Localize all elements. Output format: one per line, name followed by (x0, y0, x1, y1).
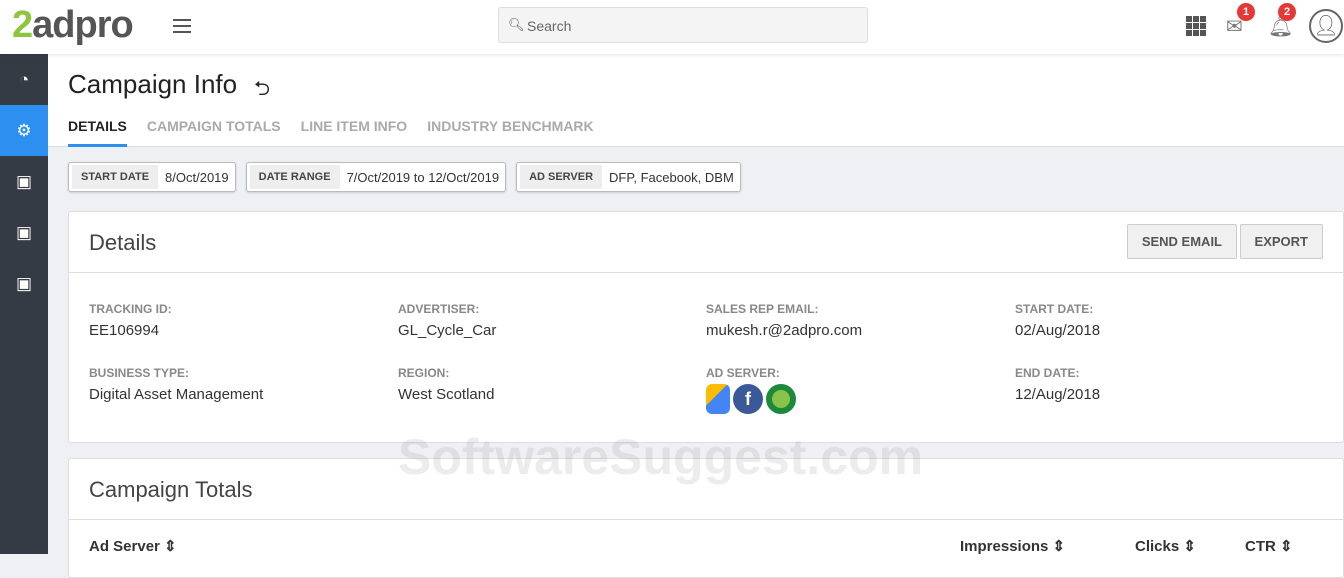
facebook-icon: f (733, 384, 763, 414)
export-button[interactable]: EXPORT (1239, 224, 1323, 259)
ad-server-chip[interactable]: AD SERVER DFP, Facebook, DBM (516, 162, 741, 192)
date-range-chip[interactable]: DATE RANGE 7/Oct/2019 to 12/Oct/2019 (245, 162, 507, 192)
apps-grid-icon[interactable] (1186, 16, 1206, 36)
image-icon[interactable]: ▣ (0, 258, 48, 309)
details-card: Details SEND EMAIL EXPORT TRACKING ID: EE… (68, 211, 1344, 443)
start-date-chip[interactable]: START DATE 8/Oct/2019 (68, 162, 236, 192)
tracking-id: TRACKING ID: EE106994 (89, 302, 172, 339)
col-ad-server[interactable]: Ad Server ⇕ (89, 537, 177, 555)
business-type: BUSINESS TYPE: Digital Asset Management (89, 366, 264, 403)
end-date: END DATE: 12/Aug/2018 (1015, 366, 1101, 403)
mail-badge: 1 (1237, 3, 1255, 21)
col-clicks[interactable]: Clicks ⇕ (1135, 537, 1196, 555)
region: REGION: West Scotland (398, 366, 495, 403)
dbm-icon (766, 384, 796, 414)
image-icon[interactable]: ▣ (0, 156, 48, 207)
col-ctr[interactable]: CTR ⇕ (1245, 537, 1293, 555)
sales-rep-email: SALES REP EMAIL: mukesh.r@2adpro.com (706, 302, 863, 339)
logo[interactable]: 2adpro (12, 4, 134, 47)
dashboard-chart-icon[interactable]: ◔ (0, 54, 48, 105)
search-icon: 🔍︎ (508, 17, 525, 32)
col-impressions[interactable]: Impressions ⇕ (960, 537, 1065, 555)
user-avatar-icon[interactable]: 👤︎ (1309, 9, 1343, 43)
start-date: START DATE: 02/Aug/2018 (1015, 302, 1101, 339)
tab-line-item-info[interactable]: LINE ITEM INFO (301, 118, 408, 147)
top-bar: 2adpro 🔍︎ Search ✉ 1 🔔︎ 2 👤︎ (0, 0, 1344, 54)
tab-campaign-totals[interactable]: CAMPAIGN TOTALS (147, 118, 281, 147)
notification-badge: 2 (1278, 3, 1296, 21)
advertiser: ADVERTISER: GL_Cycle_Car (398, 302, 497, 339)
google-ads-icon (706, 384, 730, 414)
image-icon[interactable]: ▣ (0, 207, 48, 258)
settings-gear-icon[interactable]: ⚙ (0, 105, 48, 156)
ad-server: AD SERVER: f (706, 366, 1006, 414)
tab-details[interactable]: DETAILS (68, 118, 127, 147)
sidebar: ◔ ⚙ ▣ ▣ ▣ (0, 54, 48, 554)
watermark: SoftwareSuggest.com (398, 429, 924, 485)
back-arrow-icon[interactable]: ⮌ (254, 74, 270, 108)
tab-industry-benchmark[interactable]: INDUSTRY BENCHMARK (427, 118, 593, 147)
send-email-button[interactable]: SEND EMAIL (1126, 224, 1237, 259)
menu-icon[interactable] (173, 19, 191, 37)
page-title: Campaign Info (68, 69, 238, 99)
search-input[interactable]: 🔍︎ Search (498, 7, 868, 43)
